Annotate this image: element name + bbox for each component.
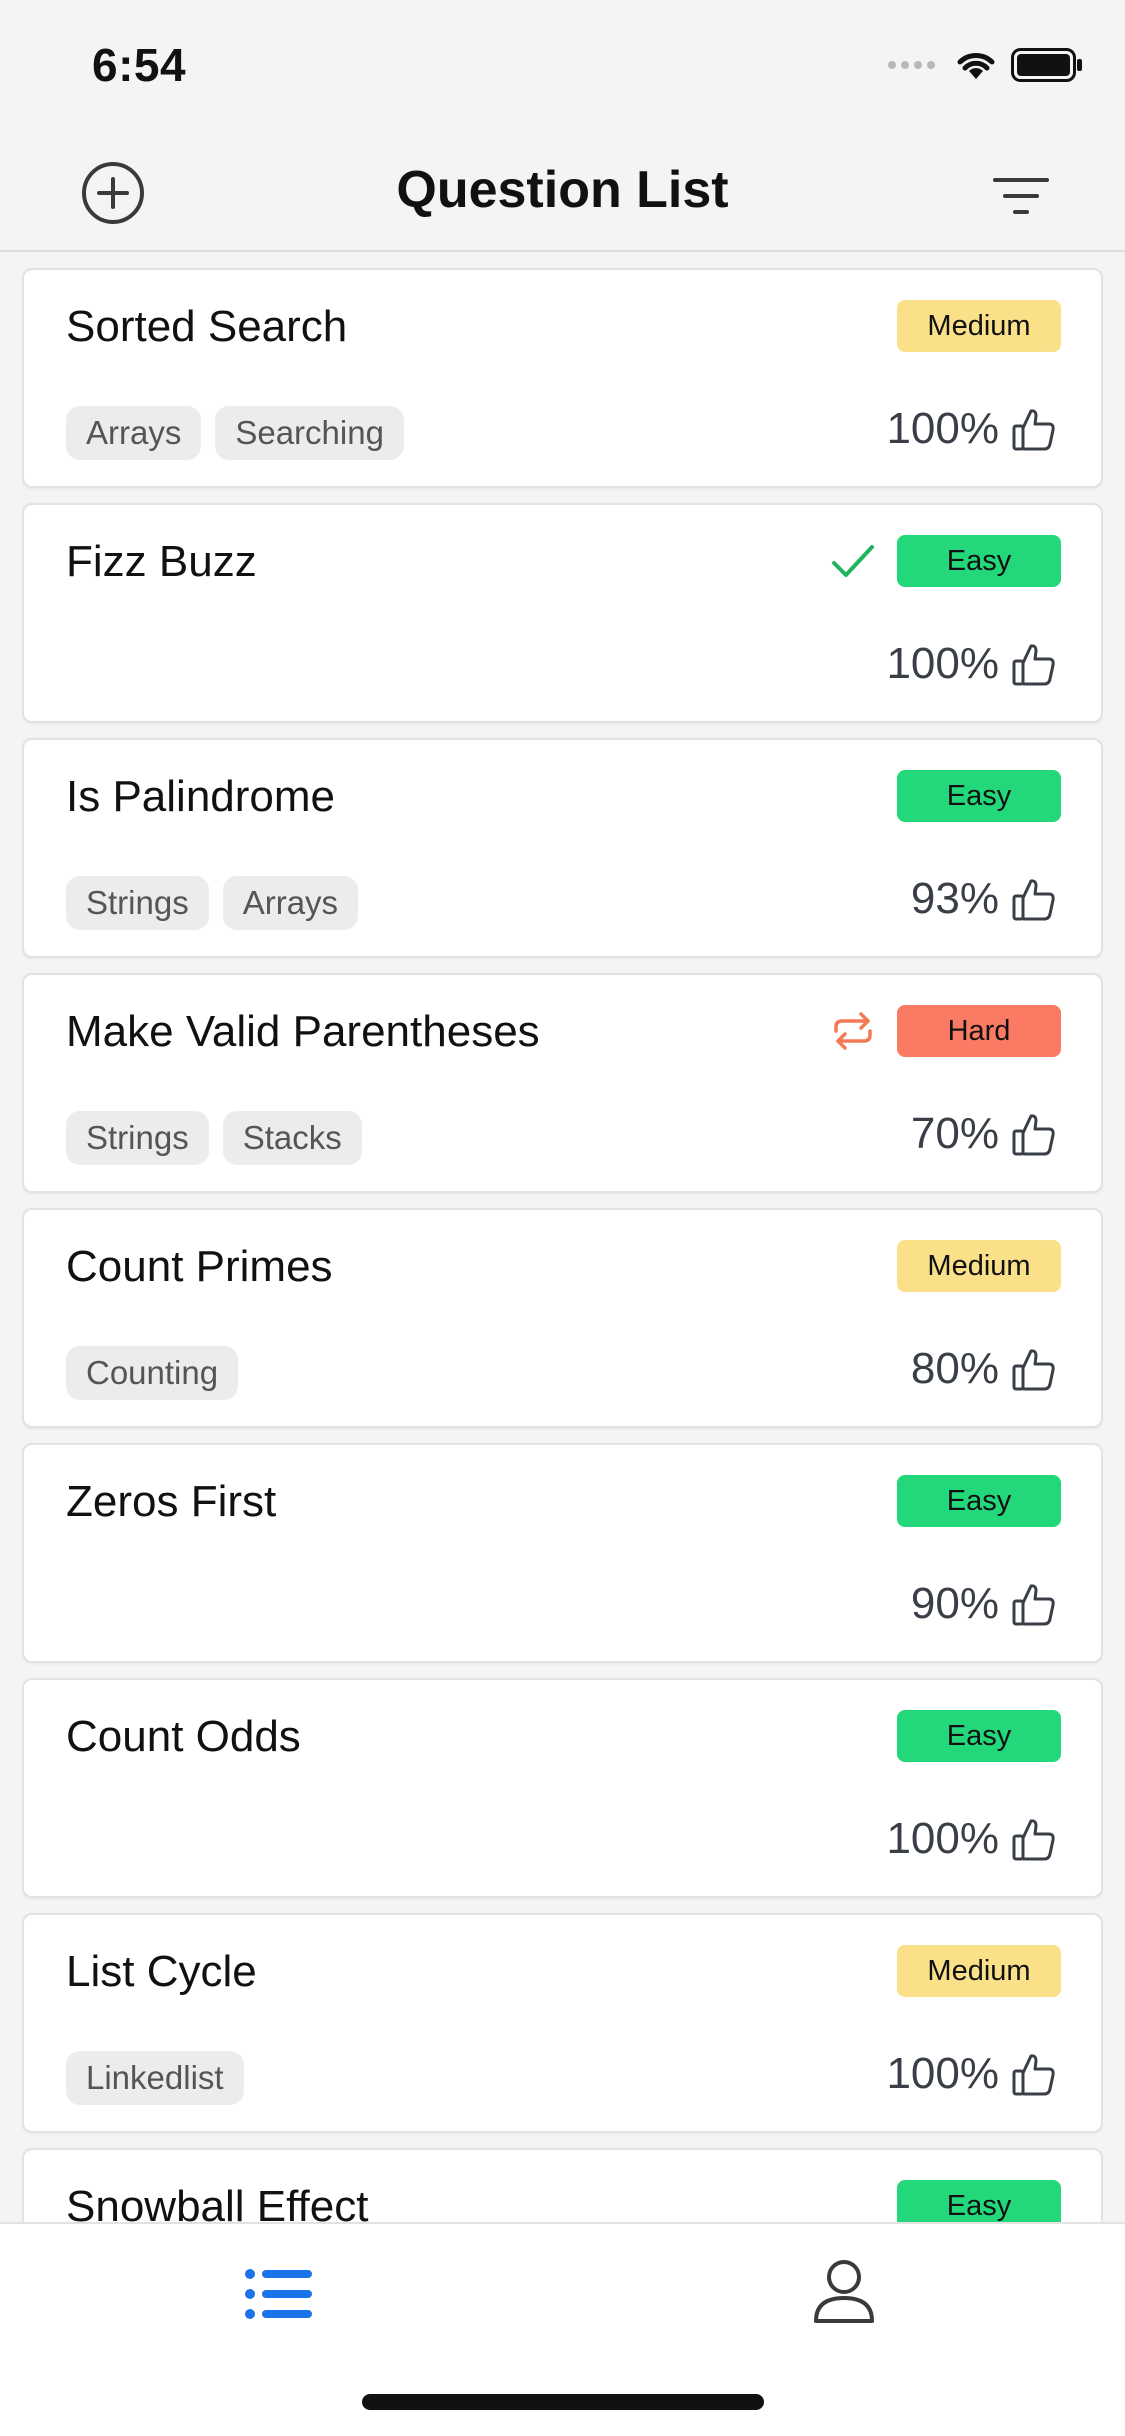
difficulty-badge: Easy [897, 1710, 1061, 1762]
status-bar: 6:54 [0, 0, 1125, 130]
tag-list: Counting [66, 1346, 239, 1400]
difficulty-badge: Hard [897, 1005, 1061, 1057]
rating: 80% [911, 1344, 1057, 1394]
rating: 90% [911, 1579, 1057, 1629]
difficulty-badge: Easy [897, 2180, 1061, 2222]
thumbs-up-icon [1012, 2054, 1055, 2096]
rating: 100% [886, 404, 1057, 454]
topic-tag: Searching [215, 406, 404, 460]
question-card[interactable]: Make Valid Parentheses Hard Strings Stacks 7… [22, 973, 1103, 1193]
checkmark-icon [832, 545, 874, 577]
question-title: Count Odds [66, 1712, 301, 1761]
status-icons [888, 48, 1083, 82]
question-title: Fizz Buzz [66, 537, 257, 586]
rating-value: 93% [910, 874, 999, 923]
question-title: Count Primes [66, 1242, 333, 1291]
home-indicator [362, 2394, 764, 2410]
question-title: Zeros First [66, 1477, 277, 1526]
question-title: List Cycle [66, 1947, 257, 1996]
topic-tag: Strings [66, 1111, 209, 1165]
rating: 70% [911, 1109, 1057, 1159]
tag-list: Strings Arrays [66, 876, 359, 930]
status-time: 6:54 [92, 39, 187, 91]
signal-icon [888, 61, 935, 69]
topic-tag: Stacks [222, 1111, 362, 1165]
topic-tag: Arrays [66, 406, 202, 460]
difficulty-badge: Medium [897, 1240, 1061, 1292]
question-card[interactable]: Count Odds Easy 100% [22, 1678, 1103, 1898]
list-icon[interactable] [244, 2266, 314, 2322]
question-card[interactable]: Is Palindrome Easy Strings Arrays 93% [22, 738, 1103, 958]
difficulty-badge: Medium [897, 1945, 1061, 1997]
wifi-icon [957, 53, 995, 79]
question-card[interactable]: Count Primes Medium Counting 80% [22, 1208, 1103, 1428]
rating-value: 70% [910, 1109, 999, 1158]
thumbs-up-icon [1012, 409, 1055, 451]
difficulty-badge: Medium [897, 300, 1061, 352]
question-card[interactable]: Sorted Search Medium Arrays Searching 100% [22, 268, 1103, 488]
rating: 93% [911, 874, 1057, 924]
rating-value: 100% [886, 1814, 999, 1863]
navigation-bar: Question List [0, 130, 1125, 252]
topic-tag: Strings [66, 876, 209, 930]
rating: 100% [886, 639, 1057, 689]
difficulty-badge: Easy [897, 535, 1061, 587]
difficulty-badge: Easy [897, 770, 1061, 822]
thumbs-up-icon [1012, 1114, 1055, 1156]
tag-list: Strings Stacks [66, 1111, 362, 1165]
topic-tag: Linkedlist [66, 2051, 244, 2105]
thumbs-up-icon [1012, 879, 1055, 921]
tag-list: Arrays Searching [66, 406, 404, 460]
thumbs-up-icon [1012, 644, 1055, 686]
rating: 100% [886, 1814, 1057, 1864]
question-title: Is Palindrome [66, 772, 336, 821]
filter-icon[interactable] [991, 174, 1051, 218]
topic-tag: Arrays [222, 876, 359, 930]
rating-value: 90% [910, 1579, 999, 1628]
question-title: Sorted Search [66, 302, 348, 351]
question-title: Snowball Effect [66, 2182, 369, 2222]
rating-value: 100% [886, 404, 999, 453]
topic-tag: Counting [66, 1346, 239, 1400]
rating: 100% [886, 2049, 1057, 2099]
tag-list: Linkedlist [66, 2051, 244, 2105]
difficulty-badge: Easy [897, 1475, 1061, 1527]
rating-value: 100% [886, 639, 999, 688]
question-card[interactable]: Fizz Buzz Easy 100% [22, 503, 1103, 723]
question-list: Sorted Search Medium Arrays Searching 100% Fi… [22, 268, 1103, 2222]
thumbs-up-icon [1012, 1349, 1055, 1391]
battery-icon [1011, 48, 1082, 82]
rating-value: 100% [886, 2049, 999, 2098]
question-card[interactable]: Snowball Effect Easy [22, 2148, 1103, 2222]
question-card[interactable]: Zeros First Easy 90% [22, 1443, 1103, 1663]
thumbs-up-icon [1012, 1819, 1055, 1861]
page-title: Question List [396, 161, 729, 219]
thumbs-up-icon [1012, 1584, 1055, 1626]
question-title: Make Valid Parentheses [66, 1007, 540, 1056]
question-card[interactable]: List Cycle Medium Linkedlist 100% [22, 1913, 1103, 2133]
rating-value: 80% [910, 1344, 999, 1393]
retry-icon [834, 1012, 872, 1050]
profile-icon[interactable] [812, 2258, 876, 2324]
